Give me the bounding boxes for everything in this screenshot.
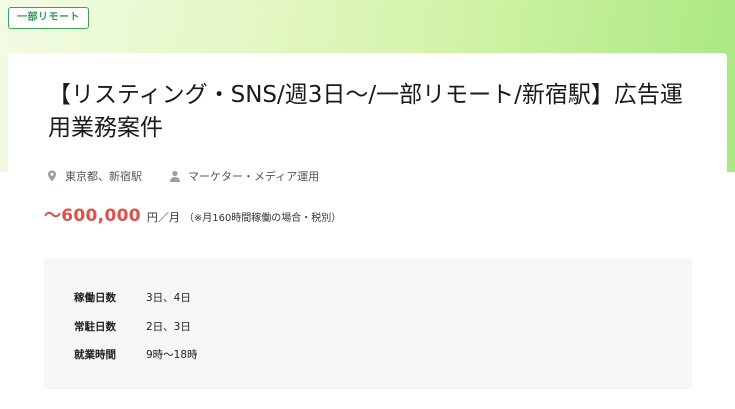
category: マーケター・メディア運用 — [168, 168, 319, 184]
detail-label: 稼働日数 — [74, 292, 116, 304]
location: 東京都、新宿駅 — [45, 168, 142, 184]
map-pin-icon — [48, 170, 56, 182]
detail-value: 3日、4日 — [146, 292, 191, 304]
detail-label: 常駐日数 — [74, 321, 116, 333]
salary: 〜600,000 円／月 （※月160時間稼働の場合・税別） — [44, 201, 341, 226]
job-meta: 東京都、新宿駅 マーケター・メディア運用 — [45, 168, 319, 184]
detail-value: 2日、3日 — [146, 321, 191, 333]
job-details: 稼働日数 3日、4日 常駐日数 2日、3日 就業時間 9時〜18時 — [44, 258, 692, 389]
location-text: 東京都、新宿駅 — [65, 170, 142, 183]
detail-label: 就業時間 — [74, 349, 116, 361]
job-card: 【リスティング・SNS/週3日〜/一部リモート/新宿駅】広告運用業務案件 東京都… — [8, 53, 727, 409]
remote-tag[interactable]: 一部リモート — [8, 7, 89, 29]
detail-row-hours: 就業時間 9時〜18時 — [74, 347, 198, 362]
detail-value: 9時〜18時 — [146, 349, 198, 361]
job-title: 【リスティング・SNS/週3日〜/一部リモート/新宿駅】広告運用業務案件 — [48, 82, 683, 141]
detail-row-onsite-days: 常駐日数 2日、3日 — [74, 319, 191, 334]
detail-row-workdays: 稼働日数 3日、4日 — [74, 290, 191, 305]
category-text: マーケター・メディア運用 — [188, 170, 320, 183]
person-icon — [170, 170, 180, 182]
salary-note: （※月160時間稼働の場合・税別） — [183, 213, 342, 224]
salary-unit: 円／月 — [146, 211, 180, 224]
salary-amount: 〜600,000 — [44, 206, 141, 226]
